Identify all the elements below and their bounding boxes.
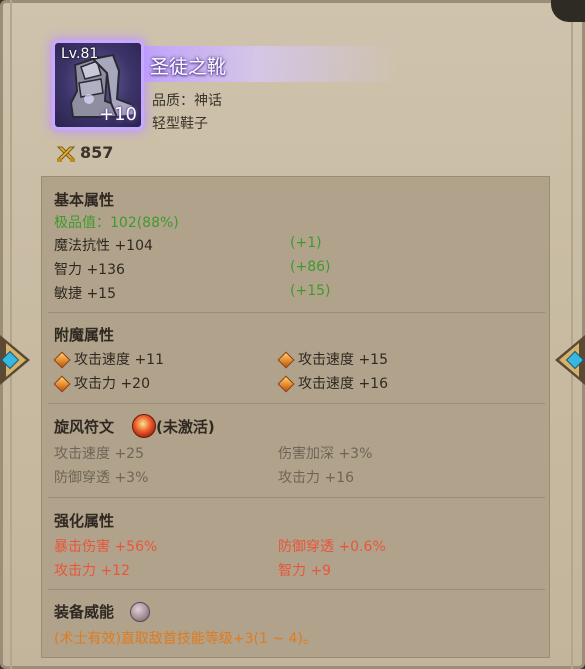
enchant-gem-icon — [53, 351, 71, 369]
rune-icon[interactable] — [132, 414, 156, 438]
item-icon-slot[interactable]: Lv.81 +10 — [52, 40, 144, 130]
skill-gem-icon[interactable] — [130, 602, 150, 622]
combat-power: 857 — [80, 143, 114, 162]
basic-title: 基本属性 — [54, 191, 115, 209]
item-name: 圣徒之靴 — [150, 56, 227, 78]
grade-value-text: 极品值：102(88%) — [54, 215, 179, 231]
divider — [48, 497, 545, 498]
divider — [48, 312, 545, 313]
basic-stat: 魔法抗性 +104 — [54, 238, 153, 254]
enchant-stat: 攻击力 +20 — [74, 376, 150, 392]
rune-stat: 防御穿透 +3% — [54, 470, 149, 486]
enchant-title: 附魔属性 — [54, 326, 115, 344]
enhance-level: +10 — [99, 104, 137, 125]
left-ornament-icon — [0, 335, 30, 385]
basic-stat-bonus: (+15) — [290, 283, 331, 299]
reinforce-stat: 防御穿透 +0.6% — [278, 539, 386, 555]
crossed-swords-icon — [56, 146, 76, 162]
grade-value: 极品值：102(88%) — [54, 212, 179, 232]
rune-stat: 伤害加深 +3% — [278, 446, 373, 462]
divider — [48, 589, 545, 590]
enchant-stat: 攻击速度 +15 — [298, 352, 388, 368]
reinforce-stat: 暴击伤害 +56% — [54, 539, 158, 555]
enchant-gem-icon — [53, 375, 71, 393]
divider — [48, 403, 545, 404]
stats-panel: 基本属性 极品值：102(88%) 魔法抗性 +104 (+1) 智力 +136… — [41, 176, 550, 658]
basic-stat: 敏捷 +15 — [54, 286, 116, 302]
reinforce-stat: 攻击力 +12 — [54, 563, 130, 579]
skill-title: 装备威能 — [54, 603, 115, 621]
basic-stat-bonus: (+1) — [290, 235, 322, 251]
item-level: Lv.81 — [61, 46, 99, 62]
item-quality: 品质：神话 — [152, 93, 222, 109]
basic-stat-bonus: (+86) — [290, 259, 331, 275]
reinforce-title: 强化属性 — [54, 512, 115, 530]
basic-stat: 智力 +136 — [54, 262, 125, 278]
enchant-stat: 攻击速度 +11 — [74, 352, 164, 368]
rune-title: 旋风符文 — [54, 418, 115, 436]
rune-stat: 攻击力 +16 — [278, 470, 354, 486]
enchant-gem-icon — [277, 375, 295, 393]
item-type: 轻型鞋子 — [152, 116, 208, 132]
enchant-stat: 攻击速度 +16 — [298, 376, 388, 392]
reinforce-stat: 智力 +9 — [278, 563, 332, 579]
rune-status: (未激活) — [156, 418, 215, 436]
enchant-gem-icon — [277, 351, 295, 369]
skill-desc: (术士有效)直取敌首技能等级+3(1 ~ 4)。 — [54, 631, 317, 647]
rune-stat: 攻击速度 +25 — [54, 446, 144, 462]
